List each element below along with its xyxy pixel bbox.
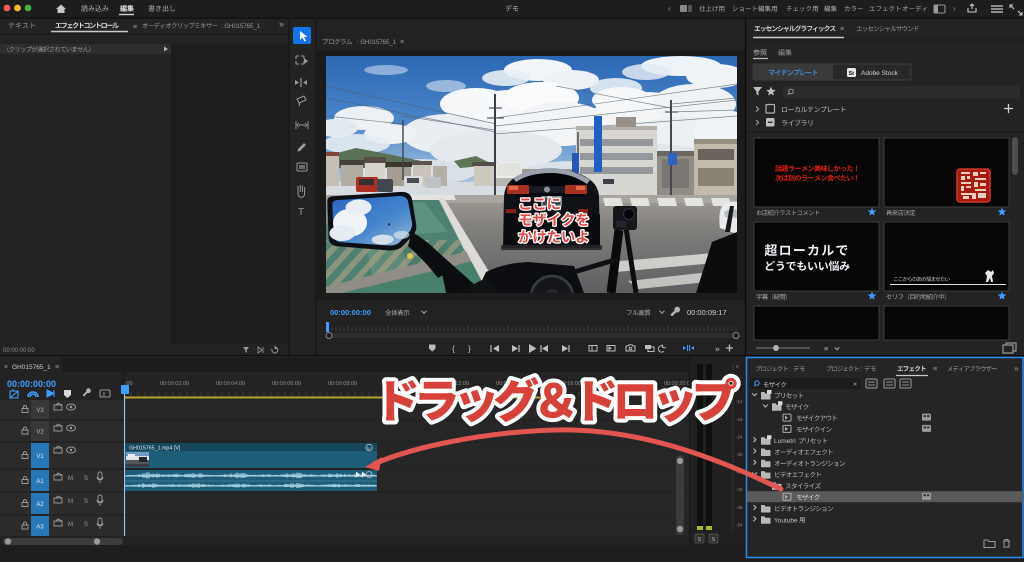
- svg-text:00:00:09:17: 00:00:09:17: [687, 308, 727, 317]
- svg-text:»: »: [715, 344, 720, 354]
- svg-text:›: ›: [953, 4, 956, 13]
- svg-text:≡: ≡: [55, 364, 59, 371]
- svg-text:T: T: [298, 207, 304, 218]
- svg-text:}: }: [468, 344, 471, 354]
- svg-text:00:00:08:00: 00:00:08:00: [328, 381, 357, 387]
- svg-text:×: ×: [4, 364, 8, 371]
- svg-text:≡: ≡: [133, 24, 137, 31]
- svg-text:V3: V3: [36, 408, 44, 414]
- svg-text:M: M: [68, 476, 73, 482]
- svg-text:‹: ‹: [668, 4, 671, 13]
- svg-text:≡: ≡: [840, 26, 844, 33]
- svg-text:V2: V2: [36, 430, 44, 436]
- svg-text:: GH015765_1: : GH015765_1: [357, 40, 397, 46]
- svg-text:00:00:00:00: 00:00:00:00: [3, 348, 35, 354]
- svg-text:00:00:02:00: 00:00:02:00: [160, 381, 189, 387]
- svg-text:00:00:06:00: 00:00:06:00: [272, 381, 301, 387]
- svg-text:M: M: [68, 522, 73, 528]
- svg-text:-18: -18: [736, 417, 743, 422]
- svg-text:»: »: [1014, 364, 1019, 373]
- svg-text:≡: ≡: [933, 366, 937, 373]
- svg-text:V1: V1: [36, 454, 44, 460]
- svg-text:-48: -48: [736, 505, 743, 510]
- svg-text:Lumetri: Lumetri: [774, 438, 796, 445]
- svg-text:00:00:20:00: 00:00:20:00: [664, 381, 693, 387]
- svg-text:: GH015765_1: : GH015765_1: [221, 24, 261, 30]
- svg-text:-54: -54: [736, 522, 743, 527]
- svg-text:A1: A1: [36, 479, 44, 485]
- svg-text:»: »: [279, 19, 284, 29]
- svg-text:00:00:04:00: 00:00:04:00: [216, 381, 245, 387]
- svg-text:St: St: [849, 71, 855, 77]
- svg-text:S: S: [84, 499, 88, 505]
- svg-text:≡: ≡: [400, 39, 404, 46]
- svg-text:×: ×: [853, 382, 857, 389]
- svg-text:S: S: [84, 476, 88, 482]
- svg-text:-24: -24: [736, 434, 743, 439]
- svg-text:≡: ≡: [824, 344, 829, 353]
- svg-text:A2: A2: [36, 502, 44, 508]
- svg-text:GH015765_1.mp4 [V]: GH015765_1.mp4 [V]: [129, 446, 181, 452]
- svg-text:M: M: [68, 499, 73, 505]
- svg-text:Youtube: Youtube: [774, 517, 798, 524]
- svg-text:-12: -12: [736, 399, 743, 404]
- svg-text:-42: -42: [736, 487, 743, 492]
- svg-text:8: 8: [103, 392, 106, 398]
- svg-text:S: S: [712, 537, 716, 543]
- svg-text:{: {: [452, 344, 455, 354]
- svg-text:-30: -30: [736, 452, 743, 457]
- svg-text:GH015765_1: GH015765_1: [12, 364, 51, 371]
- svg-text:00:00:00:00: 00:00:00:00: [7, 379, 56, 389]
- svg-text:Adobe Stock: Adobe Stock: [861, 70, 899, 77]
- svg-text:00:00:00:00: 00:00:00:00: [330, 308, 371, 317]
- svg-text:A3: A3: [36, 525, 44, 531]
- svg-text:S: S: [698, 537, 702, 543]
- svg-text:S: S: [84, 522, 88, 528]
